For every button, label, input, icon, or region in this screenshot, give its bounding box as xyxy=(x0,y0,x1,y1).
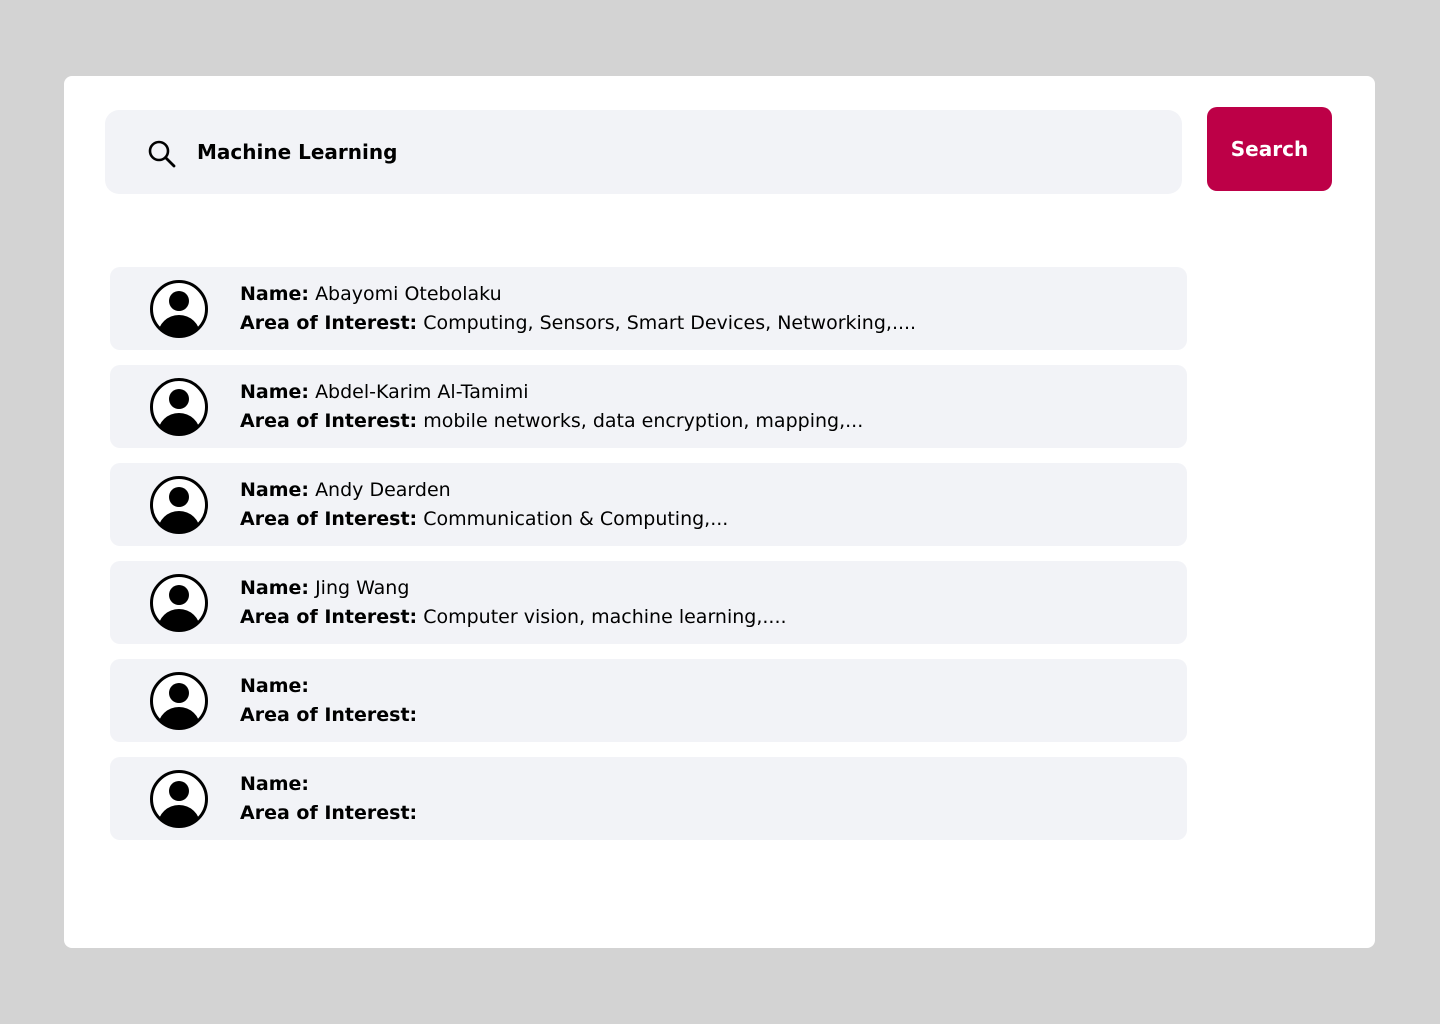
search-card: Search Name: Abayomi Otebolaku Area of I… xyxy=(64,76,1375,948)
user-avatar-icon xyxy=(150,476,208,534)
result-area-line: Area of Interest: Communication & Comput… xyxy=(240,505,728,534)
name-label: Name: xyxy=(240,479,310,501)
result-name-line: Name: Jing Wang xyxy=(240,574,787,603)
result-name-line: Name: Abayomi Otebolaku xyxy=(240,280,916,309)
result-area: mobile networks, data encryption, mappin… xyxy=(423,410,864,432)
area-label: Area of Interest: xyxy=(240,704,418,726)
result-info: Name: Abayomi Otebolaku Area of Interest… xyxy=(240,280,916,338)
result-row[interactable]: Name: Abdel-Karim Al-Tamimi Area of Inte… xyxy=(110,365,1187,448)
user-avatar-icon xyxy=(150,574,208,632)
result-name: Andy Dearden xyxy=(315,479,451,501)
result-row[interactable]: Name: Area of Interest: xyxy=(110,659,1187,742)
user-avatar-icon xyxy=(150,770,208,828)
result-info: Name: Area of Interest: xyxy=(240,672,417,730)
name-label: Name: xyxy=(240,773,310,795)
result-info: Name: Abdel-Karim Al-Tamimi Area of Inte… xyxy=(240,378,863,436)
result-name-line: Name: Abdel-Karim Al-Tamimi xyxy=(240,378,863,407)
result-area-line: Area of Interest: mobile networks, data … xyxy=(240,407,863,436)
result-row[interactable]: Name: Area of Interest: xyxy=(110,757,1187,840)
result-row[interactable]: Name: Abayomi Otebolaku Area of Interest… xyxy=(110,267,1187,350)
results-list: Name: Abayomi Otebolaku Area of Interest… xyxy=(110,267,1187,855)
result-name-line: Name: xyxy=(240,672,417,701)
search-bar[interactable] xyxy=(105,110,1182,194)
user-avatar-icon xyxy=(150,280,208,338)
result-area: Computer vision, machine learning,.... xyxy=(423,606,787,628)
result-name-line: Name: xyxy=(240,770,417,799)
area-label: Area of Interest: xyxy=(240,508,418,530)
area-label: Area of Interest: xyxy=(240,606,418,628)
area-label: Area of Interest: xyxy=(240,802,418,824)
name-label: Name: xyxy=(240,381,310,403)
result-name: Jing Wang xyxy=(315,577,410,599)
result-name: Abdel-Karim Al-Tamimi xyxy=(315,381,529,403)
search-button[interactable]: Search xyxy=(1207,107,1332,191)
name-label: Name: xyxy=(240,577,310,599)
result-area-line: Area of Interest: Computing, Sensors, Sm… xyxy=(240,309,916,338)
user-avatar-icon xyxy=(150,378,208,436)
result-row[interactable]: Name: Jing Wang Area of Interest: Comput… xyxy=(110,561,1187,644)
search-input[interactable] xyxy=(197,110,1137,194)
result-info: Name: Andy Dearden Area of Interest: Com… xyxy=(240,476,728,534)
result-area: Computing, Sensors, Smart Devices, Netwo… xyxy=(423,312,917,334)
result-area-line: Area of Interest: Computer vision, machi… xyxy=(240,603,787,632)
result-area-line: Area of Interest: xyxy=(240,701,417,730)
result-info: Name: Jing Wang Area of Interest: Comput… xyxy=(240,574,787,632)
user-avatar-icon xyxy=(150,672,208,730)
area-label: Area of Interest: xyxy=(240,410,418,432)
result-area: Communication & Computing,... xyxy=(423,508,729,530)
result-info: Name: Area of Interest: xyxy=(240,770,417,828)
result-row[interactable]: Name: Andy Dearden Area of Interest: Com… xyxy=(110,463,1187,546)
result-area-line: Area of Interest: xyxy=(240,799,417,828)
result-name-line: Name: Andy Dearden xyxy=(240,476,728,505)
name-label: Name: xyxy=(240,675,310,697)
area-label: Area of Interest: xyxy=(240,312,418,334)
search-icon xyxy=(148,140,176,168)
name-label: Name: xyxy=(240,283,310,305)
result-name: Abayomi Otebolaku xyxy=(315,283,502,305)
